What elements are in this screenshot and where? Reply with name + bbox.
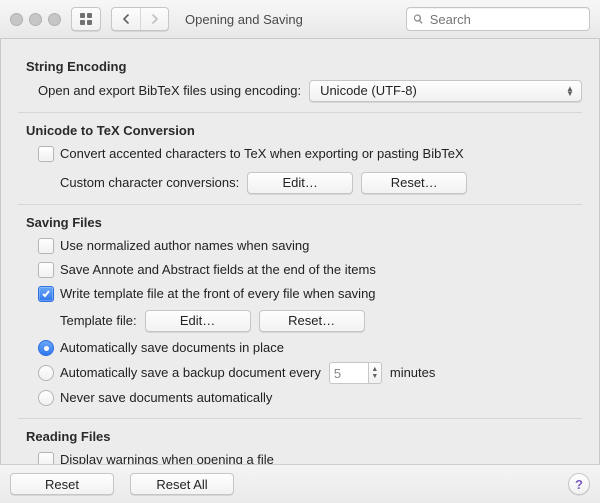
backup-stepper[interactable]: ▲▼	[369, 362, 382, 384]
warnings-checkbox[interactable]	[38, 452, 54, 464]
encoding-value: Unicode (UTF-8)	[320, 81, 417, 101]
back-button[interactable]	[112, 8, 140, 30]
preferences-window: Opening and Saving String Encoding Open …	[0, 0, 600, 503]
search-field[interactable]	[406, 7, 590, 31]
window-title: Opening and Saving	[179, 12, 396, 27]
template-edit-button[interactable]: Edit…	[145, 310, 251, 332]
footer: Reset Reset All ?	[0, 464, 600, 503]
separator	[18, 204, 582, 205]
normalize-label: Use normalized author names when saving	[60, 236, 309, 256]
radio-inplace-label: Automatically save documents in place	[60, 338, 284, 358]
nav-buttons	[111, 7, 169, 31]
backup-unit-label: minutes	[390, 363, 436, 383]
template-file-label: Template file:	[60, 311, 137, 331]
template-checkbox[interactable]	[38, 286, 54, 302]
convert-checkbox[interactable]	[38, 146, 54, 162]
search-input[interactable]	[428, 11, 583, 28]
section-title-encoding: String Encoding	[26, 59, 582, 74]
window-controls	[10, 13, 61, 26]
reset-all-button[interactable]: Reset All	[130, 473, 234, 495]
grid-icon[interactable]	[72, 8, 100, 30]
backup-interval-input[interactable]	[329, 362, 369, 384]
content: String Encoding Open and export BibTeX f…	[0, 39, 600, 464]
radio-never-label: Never save documents automatically	[60, 388, 272, 408]
zoom-button[interactable]	[48, 13, 61, 26]
radio-inplace[interactable]	[38, 340, 54, 356]
radio-never[interactable]	[38, 390, 54, 406]
custom-reset-button[interactable]: Reset…	[361, 172, 467, 194]
search-icon	[413, 13, 424, 25]
show-all-button[interactable]	[71, 7, 101, 31]
custom-edit-button[interactable]: Edit…	[247, 172, 353, 194]
radio-backup[interactable]	[38, 365, 54, 381]
template-label: Write template file at the front of ever…	[60, 284, 376, 304]
section-title-saving: Saving Files	[26, 215, 582, 230]
chevron-updown-icon: ▲▼	[563, 86, 577, 96]
normalize-checkbox[interactable]	[38, 238, 54, 254]
close-button[interactable]	[10, 13, 23, 26]
template-reset-button[interactable]: Reset…	[259, 310, 365, 332]
separator	[18, 418, 582, 419]
encoding-popup[interactable]: Unicode (UTF-8) ▲▼	[309, 80, 582, 102]
minimize-button[interactable]	[29, 13, 42, 26]
warnings-label: Display warnings when opening a file	[60, 450, 274, 464]
reset-button[interactable]: Reset	[10, 473, 114, 495]
toolbar: Opening and Saving	[0, 0, 600, 39]
backup-interval-field[interactable]: ▲▼	[329, 362, 382, 384]
radio-backup-label: Automatically save a backup document eve…	[60, 363, 321, 383]
help-button[interactable]: ?	[568, 473, 590, 495]
custom-conv-label: Custom character conversions:	[60, 173, 239, 193]
annote-checkbox[interactable]	[38, 262, 54, 278]
forward-button[interactable]	[140, 8, 168, 30]
separator	[18, 112, 582, 113]
section-title-reading: Reading Files	[26, 429, 582, 444]
section-title-unicode: Unicode to TeX Conversion	[26, 123, 582, 138]
annote-label: Save Annote and Abstract fields at the e…	[60, 260, 376, 280]
convert-label: Convert accented characters to TeX when …	[60, 144, 464, 164]
encoding-label: Open and export BibTeX files using encod…	[38, 81, 301, 101]
